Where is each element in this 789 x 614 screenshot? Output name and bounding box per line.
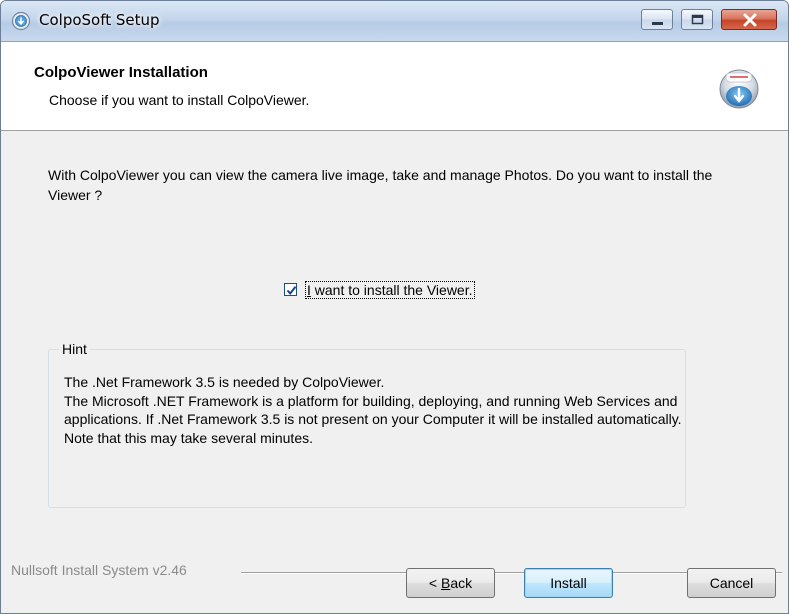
page-header: ColpoViewer Installation Choose if you w… [1,42,788,131]
nsis-branding: Nullsoft Install System v2.46 [11,562,191,578]
install-viewer-checkbox[interactable] [284,283,297,296]
checkmark-icon [286,286,297,296]
header-subtitle: Choose if you want to install ColpoViewe… [49,92,310,108]
minimize-icon [652,22,663,25]
install-viewer-label[interactable]: I want to install the Viewer. [305,281,475,299]
cancel-button[interactable]: Cancel [687,568,776,598]
description-text: With ColpoViewer you can view the camera… [48,167,713,203]
back-prefix: < [428,575,441,591]
minimize-button[interactable] [641,9,673,30]
back-button[interactable]: < Back [406,568,495,598]
setup-window: ColpoSoft Setup ColpoViewer Installation… [0,0,789,614]
back-mnemonic: B [440,575,451,591]
setup-app-icon [11,11,31,31]
maximize-icon [691,14,704,25]
title-bar[interactable]: ColpoSoft Setup [1,1,788,42]
maximize-button[interactable] [681,9,713,30]
hint-title: Hint [59,341,90,357]
header-title: ColpoViewer Installation [34,64,208,81]
hint-line: The .Net Framework 3.5 is needed by Colp… [64,374,385,390]
install-button[interactable]: Install [524,568,613,598]
close-icon [743,13,757,27]
hint-text: The .Net Framework 3.5 is needed by Colp… [64,373,684,447]
back-label: ack [450,575,473,591]
checkbox-label-text: want to install the Viewer. [310,282,473,298]
close-button[interactable] [721,9,777,30]
hint-line: The Microsoft .NET Framework is a platfo… [64,392,682,446]
install-download-icon [718,66,760,110]
window-title: ColpoSoft Setup [39,11,160,29]
